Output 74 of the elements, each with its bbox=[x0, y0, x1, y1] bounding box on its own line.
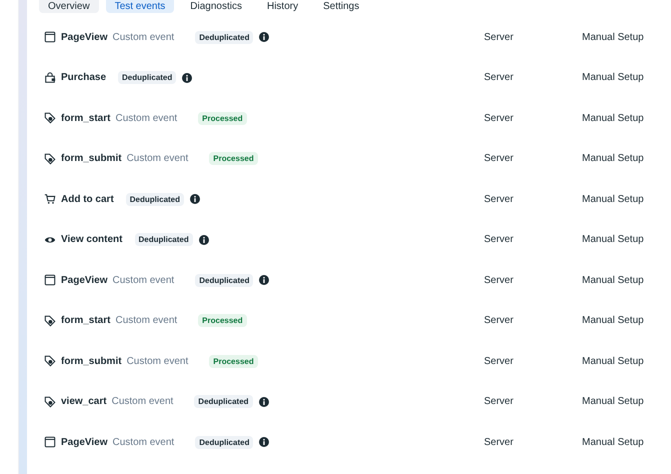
setup-cell-text: Manual Setup bbox=[582, 72, 645, 84]
event-name: form_start bbox=[61, 315, 110, 326]
tag-icon bbox=[44, 314, 56, 327]
status-badge: Processed bbox=[209, 354, 258, 368]
source-cell-text: Server bbox=[484, 72, 514, 84]
source-cell-text: Server bbox=[484, 356, 514, 367]
event-type: Custom event bbox=[126, 153, 188, 164]
event-name: PageView bbox=[61, 32, 108, 43]
status-badge: Deduplicated bbox=[194, 395, 253, 408]
tag-icon bbox=[44, 396, 56, 408]
event-type: Custom event bbox=[115, 315, 178, 326]
setup-cell-text: Manual Setup bbox=[582, 112, 645, 124]
setup-cell-text: Manual Setup bbox=[582, 234, 645, 246]
tab[interactable]: Overview bbox=[39, 0, 99, 13]
setup-cell-text: Manual Setup bbox=[582, 396, 645, 408]
window-icon bbox=[44, 274, 56, 286]
info-icon[interactable] bbox=[190, 194, 200, 204]
status-badge: Processed bbox=[209, 152, 258, 166]
setup-cell-text: Manual Setup bbox=[582, 153, 645, 164]
status-badge: Deduplicated bbox=[118, 71, 176, 84]
status-badge: Deduplicated bbox=[195, 30, 254, 44]
setup-cell-text: Manual Setup bbox=[582, 194, 645, 205]
tab[interactable]: Settings bbox=[314, 0, 368, 13]
setup-cell-text: Manual Setup bbox=[582, 274, 645, 286]
bag-icon bbox=[44, 72, 56, 84]
status-badge: Processed bbox=[198, 314, 247, 328]
event-name: PageView bbox=[61, 436, 108, 448]
status-badge: Deduplicated bbox=[195, 274, 254, 287]
source-cell-text: Server bbox=[484, 436, 514, 448]
tag-icon bbox=[44, 355, 56, 368]
source-cell-text: Server bbox=[484, 112, 514, 124]
event-name: PageView bbox=[61, 274, 108, 286]
info-icon[interactable] bbox=[259, 275, 270, 286]
event-name: form_submit bbox=[61, 356, 122, 367]
event-name: form_submit bbox=[61, 153, 122, 164]
source-cell-text: Server bbox=[484, 153, 514, 164]
window-icon bbox=[44, 436, 56, 448]
tab[interactable]: Test events bbox=[106, 0, 174, 13]
event-type: Custom event bbox=[112, 274, 174, 286]
info-icon[interactable] bbox=[258, 396, 269, 407]
event-name: view_cart bbox=[61, 396, 107, 408]
event-type: Custom event bbox=[112, 32, 174, 43]
event-type: Custom event bbox=[115, 112, 178, 124]
source-cell-text: Server bbox=[484, 315, 514, 326]
event-name: Purchase bbox=[61, 72, 106, 84]
info-icon[interactable] bbox=[259, 32, 270, 42]
cart-icon bbox=[44, 193, 56, 206]
event-name: form_start bbox=[61, 112, 110, 124]
info-icon[interactable] bbox=[198, 234, 209, 245]
setup-cell-text: Manual Setup bbox=[582, 436, 645, 448]
setup-cell-text: Manual Setup bbox=[582, 356, 645, 367]
event-name: Add to cart bbox=[61, 194, 114, 205]
tag-icon bbox=[44, 112, 56, 124]
source-cell-text: Server bbox=[484, 32, 514, 43]
window-icon bbox=[44, 31, 56, 44]
event-type: Custom event bbox=[112, 396, 174, 408]
source-cell-text: Server bbox=[484, 194, 514, 205]
status-badge: Processed bbox=[198, 112, 247, 125]
status-badge: Deduplicated bbox=[195, 436, 254, 449]
source-cell-text: Server bbox=[484, 234, 514, 246]
event-type: Custom event bbox=[126, 356, 188, 367]
status-badge: Deduplicated bbox=[134, 233, 193, 246]
event-type: Custom event bbox=[112, 436, 174, 448]
tab[interactable]: Diagnostics bbox=[181, 0, 251, 13]
source-cell-text: Server bbox=[484, 274, 514, 286]
source-cell-text: Server bbox=[484, 396, 514, 408]
tag-icon bbox=[44, 152, 56, 165]
info-icon[interactable] bbox=[259, 437, 270, 448]
event-name: View content bbox=[61, 234, 122, 246]
info-icon[interactable] bbox=[182, 72, 192, 83]
setup-cell-text: Manual Setup bbox=[582, 315, 645, 326]
setup-cell-text: Manual Setup bbox=[582, 32, 645, 43]
status-badge: Deduplicated bbox=[126, 192, 184, 206]
tab[interactable]: History bbox=[258, 0, 308, 13]
